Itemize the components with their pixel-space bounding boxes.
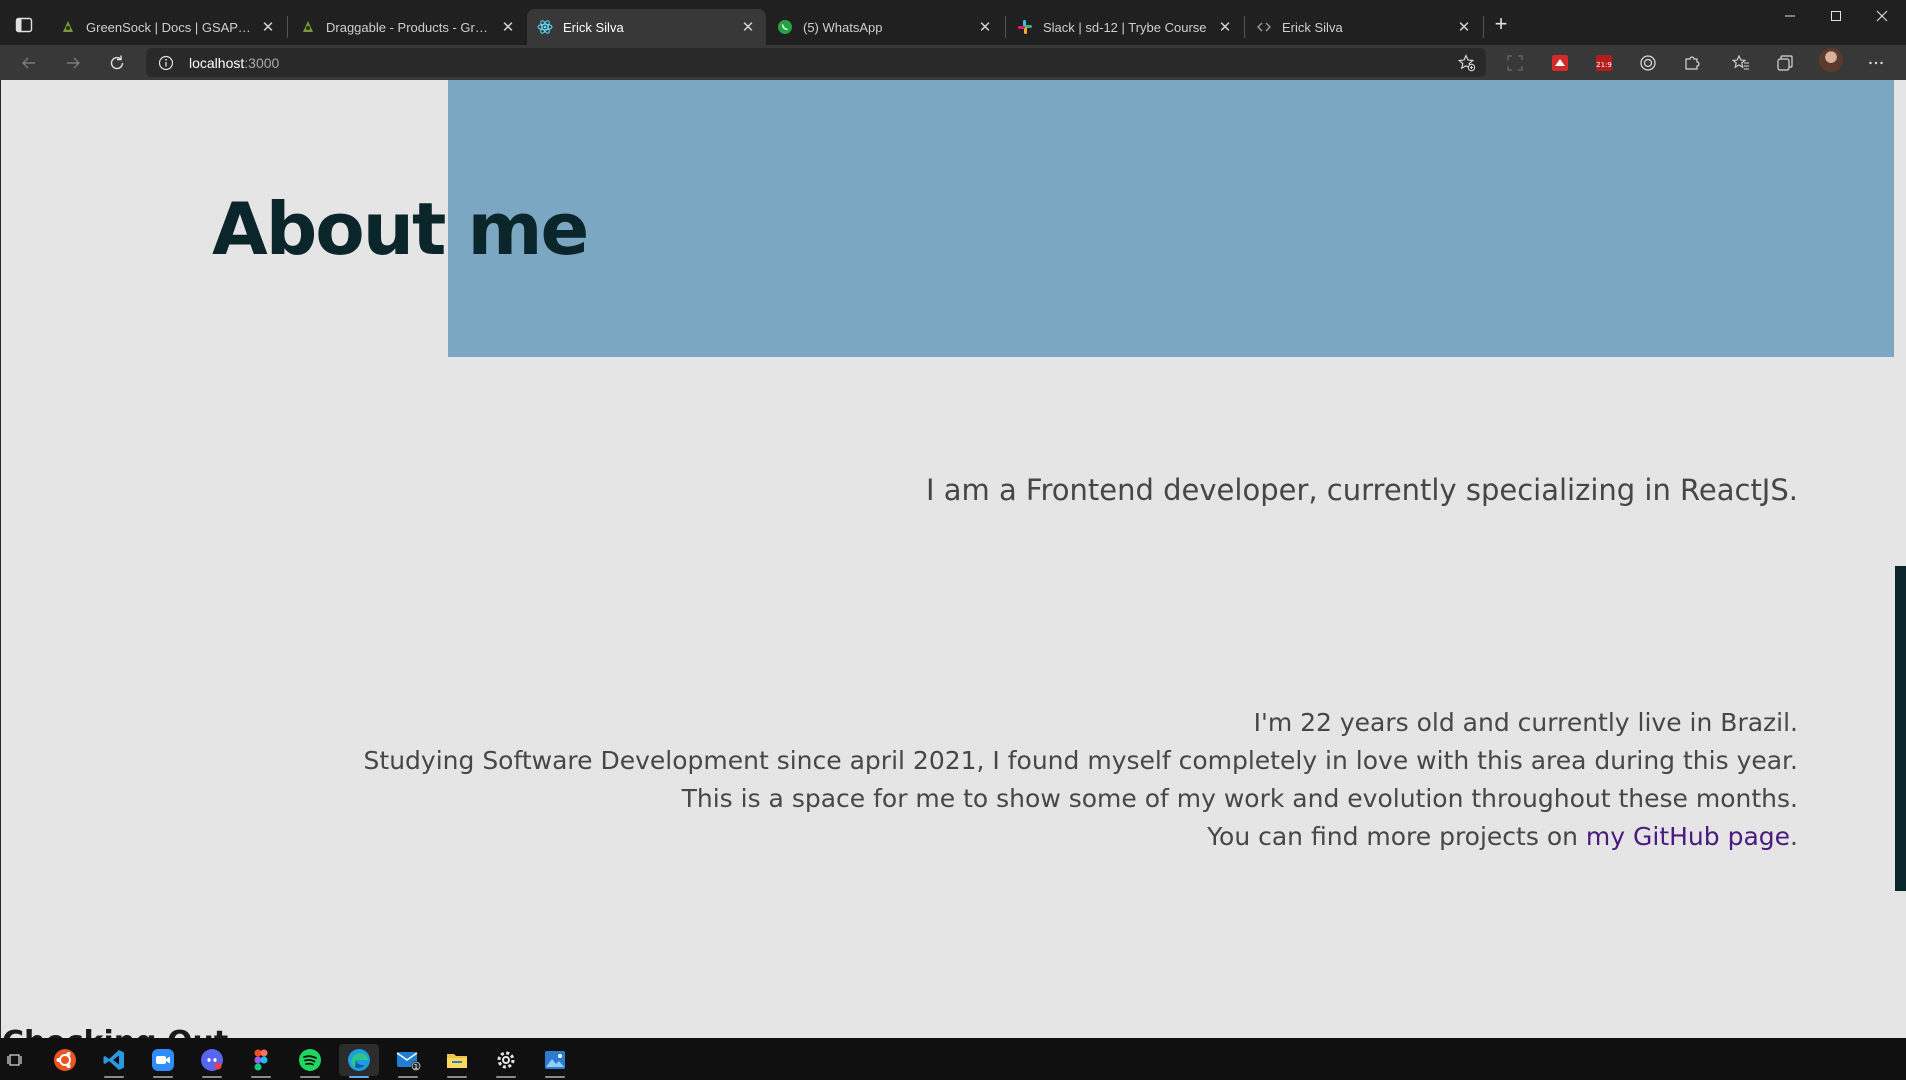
- next-section-heading: Checking Out: [2, 1025, 228, 1038]
- vscode-icon[interactable]: [94, 1044, 134, 1078]
- code-favicon-icon: [1256, 19, 1272, 35]
- tab-close-icon[interactable]: ✕: [500, 19, 516, 36]
- viewport-right-gutter: [1896, 80, 1906, 1038]
- new-tab-button[interactable]: +: [1490, 13, 1512, 36]
- tab-close-icon[interactable]: ✕: [977, 19, 993, 36]
- greensock-favicon-icon: [300, 19, 316, 35]
- file-explorer-icon[interactable]: [437, 1044, 477, 1078]
- bio-line: I'm 22 years old and currently live in B…: [1253, 708, 1798, 737]
- back-button[interactable]: [16, 51, 42, 75]
- discord-icon[interactable]: [192, 1044, 232, 1078]
- maximize-button[interactable]: [1813, 0, 1859, 32]
- extension-badge-icon[interactable]: 21:9: [1594, 53, 1614, 73]
- whatsapp-favicon-icon: [777, 19, 793, 35]
- tab-title: Draggable - Products - GreenSock: [326, 19, 494, 35]
- browser-tab-bar: GreenSock | Docs | GSAP | gsap.to() ✕ Dr…: [0, 0, 1906, 45]
- puzzle-icon[interactable]: [1682, 53, 1702, 73]
- tab-separator: [1483, 16, 1484, 38]
- tab-close-icon[interactable]: ✕: [1217, 19, 1233, 36]
- tab-separator: [1005, 16, 1006, 38]
- photos-icon[interactable]: [535, 1044, 575, 1078]
- github-suffix: .: [1790, 822, 1798, 851]
- viewport-left-border: [0, 80, 1, 1038]
- windows-taskbar: 1: [0, 1038, 1906, 1080]
- tab-close-icon[interactable]: ✕: [260, 19, 276, 36]
- tab-actions-icon[interactable]: [14, 15, 34, 35]
- page-title: About me: [212, 187, 589, 271]
- browser-toolbar: localhost:3000 21:9: [0, 45, 1906, 80]
- tab-close-icon[interactable]: ✕: [1456, 19, 1472, 36]
- profile-avatar[interactable]: [1819, 48, 1843, 72]
- star-add-icon[interactable]: [1457, 54, 1476, 72]
- figma-icon[interactable]: [241, 1044, 281, 1078]
- tab-separator: [287, 16, 288, 38]
- address-bar[interactable]: localhost:3000: [146, 48, 1486, 77]
- mail-badge: 1: [414, 1063, 418, 1071]
- refresh-button[interactable]: [104, 51, 130, 75]
- favorites-icon[interactable]: [1731, 53, 1751, 73]
- tab-title: GreenSock | Docs | GSAP | gsap.to(): [86, 19, 254, 35]
- tab-whatsapp[interactable]: (5) WhatsApp ✕: [767, 9, 1003, 45]
- task-view-icon[interactable]: [0, 1044, 36, 1076]
- close-window-button[interactable]: [1859, 0, 1905, 32]
- bio-line-github: You can find more projects on my GitHub …: [298, 818, 1798, 856]
- bio-line: Studying Software Development since apri…: [363, 746, 1798, 775]
- bio-text: I'm 22 years old and currently live in B…: [298, 704, 1798, 856]
- slack-favicon-icon: [1017, 19, 1033, 35]
- mail-icon[interactable]: 1: [388, 1044, 428, 1078]
- greensock-favicon-icon: [60, 19, 76, 35]
- side-accent-bar: [1895, 566, 1906, 891]
- ubuntu-icon[interactable]: [45, 1044, 85, 1076]
- tab-title: Erick Silva: [1282, 19, 1343, 35]
- react-favicon-icon: [537, 19, 553, 35]
- github-prefix: You can find more projects on: [1207, 822, 1586, 851]
- tab-erick-silva-code[interactable]: Erick Silva ✕: [1246, 9, 1482, 45]
- tab-title: Slack | sd-12 | Trybe Course: [1043, 19, 1207, 35]
- svg-text:21:9: 21:9: [1596, 61, 1612, 69]
- minimize-button[interactable]: [1767, 0, 1813, 32]
- zoom-icon[interactable]: [143, 1044, 183, 1078]
- forward-button[interactable]: [60, 51, 86, 75]
- tab-title: (5) WhatsApp: [803, 19, 883, 35]
- spotify-icon[interactable]: [290, 1044, 330, 1078]
- extension-red-icon[interactable]: [1550, 53, 1570, 73]
- hero-accent-block: [448, 80, 1894, 357]
- edge-icon[interactable]: [339, 1044, 379, 1078]
- tab-draggable[interactable]: Draggable - Products - GreenSock ✕: [290, 9, 526, 45]
- tab-greensock-docs[interactable]: GreenSock | Docs | GSAP | gsap.to() ✕: [50, 9, 286, 45]
- tab-title: Erick Silva: [563, 19, 624, 35]
- circle-icon[interactable]: [1638, 53, 1658, 73]
- intro-text: I am a Frontend developer, currently spe…: [925, 473, 1798, 507]
- page-viewport: About me I am a Frontend developer, curr…: [0, 80, 1906, 1038]
- url-port: :3000: [244, 55, 280, 71]
- settings-icon[interactable]: [486, 1044, 526, 1078]
- bio-line: This is a space for me to show some of m…: [681, 784, 1798, 813]
- github-link[interactable]: my GitHub page: [1586, 822, 1790, 851]
- address-url: localhost:3000: [189, 55, 279, 71]
- url-host: localhost: [189, 55, 245, 71]
- tab-slack[interactable]: Slack | sd-12 | Trybe Course ✕: [1007, 9, 1243, 45]
- tab-separator: [1244, 16, 1245, 38]
- collections-icon[interactable]: [1775, 53, 1795, 73]
- screenshot-icon[interactable]: [1505, 53, 1525, 73]
- tab-close-icon[interactable]: ✕: [740, 19, 756, 36]
- tab-erick-silva-active[interactable]: Erick Silva ✕: [527, 9, 766, 45]
- more-icon[interactable]: [1866, 53, 1886, 73]
- site-info-icon[interactable]: [158, 55, 174, 71]
